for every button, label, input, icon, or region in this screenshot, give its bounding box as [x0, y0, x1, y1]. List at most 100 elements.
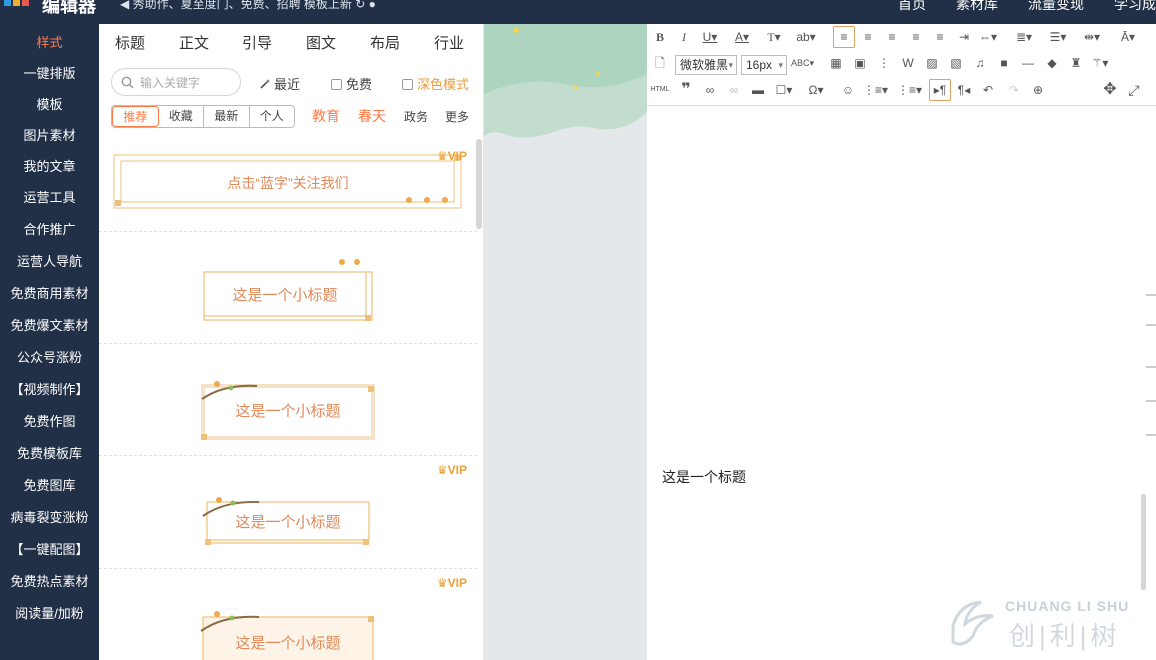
segment-favorites[interactable]: 收藏 [159, 106, 204, 127]
filter-spring[interactable]: 春天 [358, 106, 386, 126]
editor-body-text[interactable]: 这是一个标题 [662, 467, 746, 487]
form-icon[interactable]: ☐▾ [773, 79, 795, 101]
anchor-icon[interactable]: ▬ [747, 79, 769, 101]
sidebar-item-auto-layout[interactable]: 一键排版 [0, 63, 99, 82]
align-top-icon[interactable]: ≡ [905, 26, 927, 48]
image-grid-icon[interactable]: ▣ [849, 52, 871, 74]
logo-icon[interactable] [4, 0, 34, 9]
sidebar-item-viral-growth[interactable]: 病毒裂变涨粉 [0, 507, 99, 526]
filter-education[interactable]: 教育 [312, 106, 340, 126]
text-case-icon[interactable]: Ā▾ [1117, 26, 1139, 48]
font-style-icon[interactable]: T▾ [763, 26, 785, 48]
editor-scrollbar[interactable] [1141, 494, 1146, 590]
free-checkbox-box[interactable] [331, 79, 342, 90]
horizontal-rule-icon[interactable]: — [1017, 52, 1039, 74]
template-card[interactable]: ♛VIP 这是一个小标题 [99, 569, 477, 660]
link-icon[interactable]: ∞ [699, 79, 721, 101]
sidebar-item-free-viral-materials[interactable]: 免费爆文素材 [0, 315, 99, 334]
unordered-list-icon[interactable]: ⋮≡▾ [897, 79, 922, 101]
sidebar-item-free-template-library[interactable]: 免费模板库 [0, 443, 99, 462]
sidebar-item-styles[interactable]: 样式 [0, 32, 99, 51]
letter-spacing-icon[interactable]: ⇹▾ [1081, 26, 1103, 48]
image-icon[interactable]: ▨ [921, 52, 943, 74]
background-color-icon[interactable]: ab▾ [795, 26, 817, 48]
unlink-icon[interactable]: ∞ [723, 79, 745, 101]
search-replace-icon[interactable]: ⊕ [1027, 79, 1049, 101]
sidebar-item-free-commercial-materials[interactable]: 免费商用素材 [0, 283, 99, 302]
directionality-icon[interactable]: ⇔▾ [977, 26, 999, 48]
nav-monetization[interactable]: 流量变现 [1028, 0, 1084, 14]
search-input[interactable] [140, 74, 236, 92]
music-icon[interactable]: ♫ [969, 52, 991, 74]
dark-mode-checkbox[interactable]: 深色模式 [402, 74, 469, 93]
nav-material-library[interactable]: 素材库 [956, 0, 998, 14]
sidebar-item-reads-followers[interactable]: 阅读量/加粉 [0, 603, 99, 622]
multi-image-icon[interactable]: ▧ [945, 52, 967, 74]
paragraph-spacing-icon[interactable]: ☰▾ [1047, 26, 1069, 48]
font-color-icon[interactable]: A▾ [731, 26, 753, 48]
template-card[interactable]: ♛VIP 这是一个小标题 [99, 456, 477, 569]
eraser-icon[interactable]: ◆ [1041, 52, 1063, 74]
list-style-icon[interactable]: ⋮ [873, 52, 895, 74]
template-card[interactable]: ♛VIP 点击“蓝字”关注我们 [99, 140, 477, 232]
sidebar-item-free-trending-materials[interactable]: 免费热点素材 [0, 571, 99, 590]
sidebar-item-free-design[interactable]: 免费作图 [0, 411, 99, 430]
rtl-icon[interactable]: ¶◂ [953, 79, 975, 101]
undo-icon[interactable]: ↶ [977, 79, 999, 101]
nav-learning[interactable]: 学习成 [1114, 0, 1156, 14]
italic-icon[interactable]: I [673, 26, 695, 48]
sidebar-item-video-production[interactable]: 【视频制作】 [0, 379, 99, 398]
blockquote-icon[interactable]: ❞ [675, 79, 697, 101]
filter-more[interactable]: 更多 [445, 108, 469, 125]
sidebar-item-ops-tools[interactable]: 运营工具 [0, 187, 99, 206]
document-icon[interactable]: 🗋 [649, 52, 671, 74]
align-right-icon[interactable]: ≡ [881, 26, 903, 48]
align-center-icon[interactable]: ≡ [857, 26, 879, 48]
sidebar-item-image-materials[interactable]: 图片素材 [0, 125, 99, 144]
sidebar-item-templates[interactable]: 模板 [0, 94, 99, 113]
announcement-ticker[interactable]: ◀ 秀助作、夏至度门、免费、招聘 模板上新 ↻ ● [120, 0, 376, 12]
tab-industry[interactable]: 行业 [434, 32, 464, 53]
ordered-list-icon[interactable]: ⋮≡▾ [863, 79, 888, 101]
segment-recommended[interactable]: 推荐 [112, 106, 159, 127]
free-checkbox[interactable]: 免费 [331, 74, 372, 93]
segment-personal[interactable]: 个人 [250, 106, 295, 127]
font-family-select[interactable]: 微软雅黑 [675, 55, 737, 75]
tab-guide[interactable]: 引导 [242, 32, 272, 53]
align-left-icon[interactable]: ≡ [833, 26, 855, 48]
indent-icon[interactable]: ⇥ [953, 26, 975, 48]
segment-latest[interactable]: 最新 [204, 106, 250, 127]
logo-text[interactable]: 编辑器 [42, 0, 96, 18]
sidebar-item-auto-illustration[interactable]: 【一键配图】 [0, 539, 99, 558]
word-icon[interactable]: W [897, 52, 919, 74]
format-brush-icon[interactable]: ♜ [1065, 52, 1087, 74]
sidebar-item-free-gallery[interactable]: 免费图库 [0, 475, 99, 494]
fullscreen-icon[interactable]: ⤢ [1123, 79, 1145, 101]
sidebar-item-ops-nav[interactable]: 运营人导航 [0, 251, 99, 270]
sidebar-item-partnership[interactable]: 合作推广 [0, 219, 99, 238]
tab-body[interactable]: 正文 [179, 32, 209, 53]
emoji-icon[interactable]: ☺ [837, 79, 859, 101]
ltr-icon[interactable]: ▸¶ [929, 79, 951, 101]
bold-icon[interactable]: B [649, 26, 671, 48]
recent-filter[interactable]: 最近 [259, 74, 300, 93]
strikethrough-icon[interactable]: ABC▾ [791, 52, 814, 74]
video-icon[interactable]: ■ [993, 52, 1015, 74]
align-justify-icon[interactable]: ≡ [929, 26, 951, 48]
tab-image-text[interactable]: 图文 [306, 32, 336, 53]
sidebar-item-my-articles[interactable]: 我的文章 [0, 156, 99, 175]
special-char-icon[interactable]: Ω▾ [805, 79, 827, 101]
tab-layout[interactable]: 布局 [370, 32, 400, 53]
nav-home[interactable]: 首页 [898, 0, 926, 14]
table-icon[interactable]: ▦ [825, 52, 847, 74]
magic-wand-icon[interactable]: ⚚▾ [1089, 52, 1111, 74]
move-icon[interactable]: ✥ [1099, 79, 1121, 101]
template-card[interactable]: 这是一个小标题 [99, 232, 477, 344]
filter-government[interactable]: 政务 [404, 108, 428, 125]
tab-title[interactable]: 标题 [115, 32, 145, 53]
redo-icon[interactable]: ↷ [1003, 79, 1025, 101]
line-height-icon[interactable]: ≣▾ [1013, 26, 1035, 48]
html-source-icon[interactable]: HTML [649, 79, 671, 101]
sidebar-item-grow-followers[interactable]: 公众号涨粉 [0, 347, 99, 366]
font-size-select[interactable]: 16px [741, 55, 787, 75]
